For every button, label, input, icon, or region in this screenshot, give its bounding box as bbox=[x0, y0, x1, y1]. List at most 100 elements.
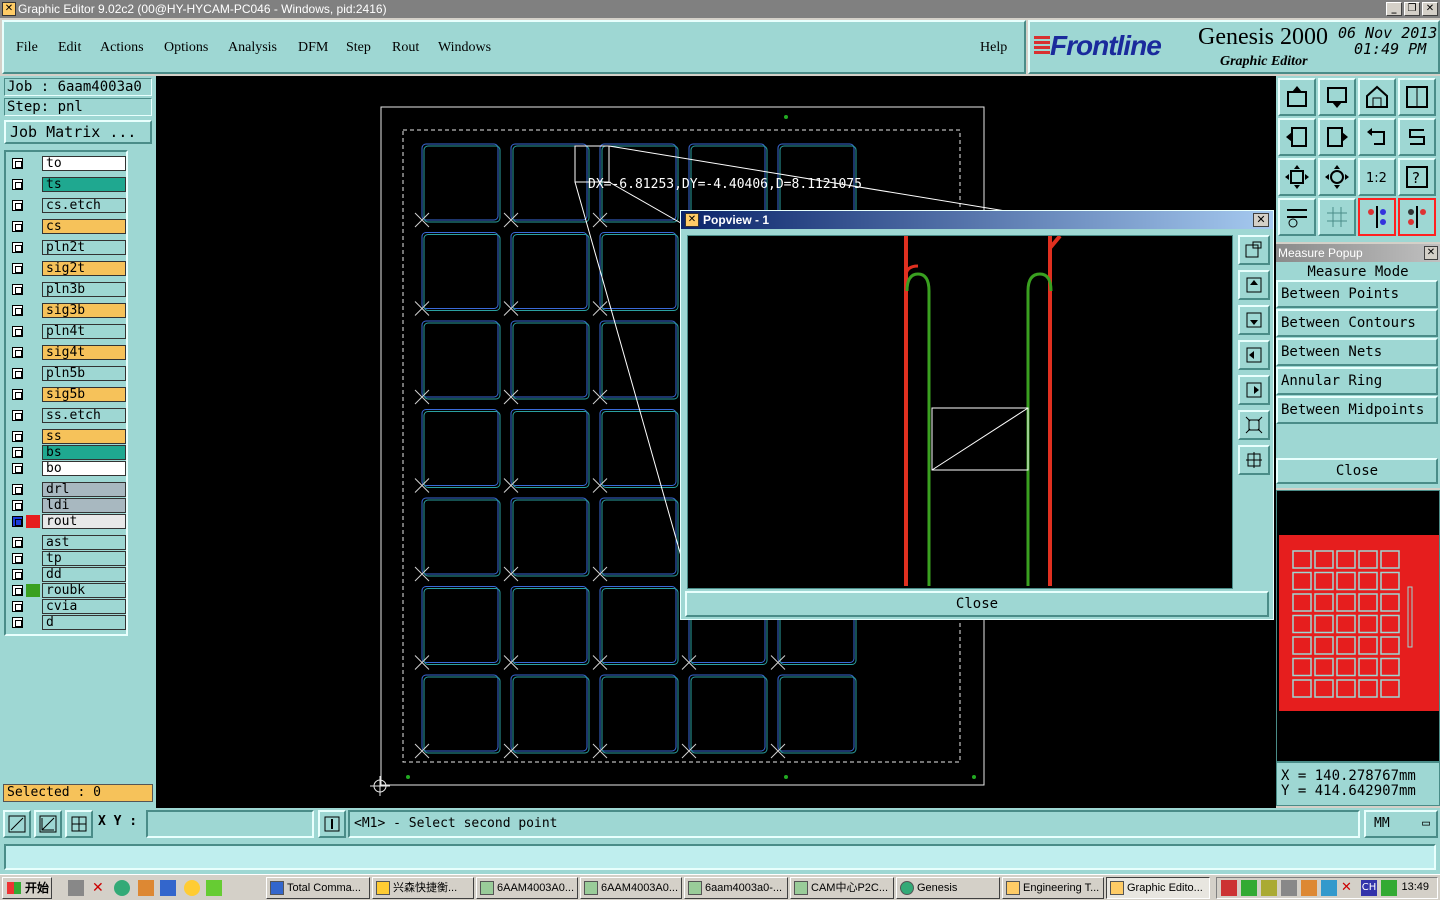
measure-popup-close-x[interactable]: ✕ bbox=[1424, 246, 1438, 260]
layer-color-swatch[interactable] bbox=[26, 499, 40, 512]
task-genesis[interactable]: Genesis bbox=[896, 877, 1000, 899]
layer-name[interactable]: ldi bbox=[42, 498, 126, 513]
layer-color-swatch[interactable] bbox=[26, 241, 40, 254]
layer-checkbox[interactable] bbox=[12, 569, 23, 580]
layer-checkbox[interactable] bbox=[12, 347, 23, 358]
settings-icon[interactable] bbox=[1278, 198, 1316, 236]
minimize-button[interactable]: _ bbox=[1386, 2, 1402, 16]
layer-color-swatch[interactable] bbox=[26, 600, 40, 613]
zoom-extents-icon[interactable] bbox=[1278, 158, 1316, 196]
popview-titlebar[interactable]: Popview - 1 bbox=[681, 211, 1273, 229]
layer-row-bo[interactable]: bo bbox=[8, 461, 126, 476]
task-graphic-editor[interactable]: Graphic Edito... bbox=[1106, 877, 1210, 899]
layer-name[interactable]: sig4t bbox=[42, 345, 126, 360]
layer-checkbox[interactable] bbox=[12, 516, 23, 527]
layer-checkbox[interactable] bbox=[12, 463, 23, 474]
layer-name[interactable]: roubk bbox=[42, 583, 126, 598]
measure-between-points[interactable]: Between Points bbox=[1276, 280, 1438, 308]
snap-line-icon[interactable] bbox=[3, 810, 31, 838]
layer-checkbox[interactable] bbox=[12, 263, 23, 274]
layer-color-swatch[interactable] bbox=[26, 584, 40, 597]
layer-color-swatch[interactable] bbox=[26, 367, 40, 380]
pan-left-icon[interactable] bbox=[1278, 118, 1316, 156]
layer-color-swatch[interactable] bbox=[26, 262, 40, 275]
layer-checkbox[interactable] bbox=[12, 242, 23, 253]
layer-checkbox[interactable] bbox=[12, 200, 23, 211]
layer-color-swatch[interactable] bbox=[26, 178, 40, 191]
layer-row-rout[interactable]: rout bbox=[8, 514, 126, 529]
measure-annular-ring[interactable]: Annular Ring bbox=[1276, 367, 1438, 395]
layer-color-swatch[interactable] bbox=[26, 388, 40, 401]
quicklaunch-disk-icon[interactable] bbox=[160, 880, 176, 896]
layer-name[interactable]: sig2t bbox=[42, 261, 126, 276]
layer-row-drl[interactable]: drl bbox=[8, 482, 126, 497]
task-6aam-2[interactable]: 6AAM4003A0... bbox=[580, 877, 682, 899]
layer-row-cs-etch[interactable]: cs.etch bbox=[8, 198, 126, 213]
popview-close-x[interactable]: ✕ bbox=[1253, 213, 1269, 227]
layer-name[interactable]: pln5b bbox=[42, 366, 126, 381]
layer-checkbox[interactable] bbox=[12, 389, 23, 400]
tray-network-icon[interactable] bbox=[1221, 880, 1237, 896]
layer-checkbox[interactable] bbox=[12, 326, 23, 337]
layer-row-pln3b[interactable]: pln3b bbox=[8, 282, 126, 297]
snap-angle-icon[interactable] bbox=[34, 810, 62, 838]
layer-row-sig2t[interactable]: sig2t bbox=[8, 261, 126, 276]
layer-checkbox[interactable] bbox=[12, 617, 23, 628]
layer-checkbox[interactable] bbox=[12, 410, 23, 421]
layer-checkbox[interactable] bbox=[12, 500, 23, 511]
popview-zoom-fit-icon[interactable] bbox=[1238, 445, 1270, 475]
popview-zoom-icon[interactable] bbox=[1238, 235, 1270, 265]
menu-dfm[interactable]: DFM bbox=[298, 40, 328, 56]
layer-row-bs[interactable]: bs bbox=[8, 445, 126, 460]
layer-color-swatch[interactable] bbox=[26, 483, 40, 496]
tray-settings-icon[interactable] bbox=[1281, 880, 1297, 896]
layer-color-swatch[interactable] bbox=[26, 325, 40, 338]
info-icon[interactable] bbox=[318, 810, 346, 838]
quicklaunch-globe-icon[interactable] bbox=[114, 880, 130, 896]
menu-rout[interactable]: Rout bbox=[392, 40, 419, 56]
pan-down-icon[interactable] bbox=[1318, 78, 1356, 116]
measure-between-midpoints[interactable]: Between Midpoints bbox=[1276, 396, 1438, 424]
layer-name[interactable]: pln3b bbox=[42, 282, 126, 297]
menu-windows[interactable]: Windows bbox=[438, 40, 491, 56]
window-close-button[interactable]: ✕ bbox=[1422, 2, 1438, 16]
measure-popup-titlebar[interactable]: Measure Popup bbox=[1276, 244, 1440, 262]
tray-browser-icon[interactable] bbox=[1301, 880, 1317, 896]
window-titlebar[interactable]: ✕ Graphic Editor 9.02c2 (00@HY-HYCAM-PC0… bbox=[0, 0, 1440, 18]
layer-checkbox[interactable] bbox=[12, 158, 23, 169]
layer-row-pln4t[interactable]: pln4t bbox=[8, 324, 126, 339]
layer-row-ss-etch[interactable]: ss.etch bbox=[8, 408, 126, 423]
layer-name[interactable]: sig5b bbox=[42, 387, 126, 402]
zoom-home-icon[interactable] bbox=[1278, 78, 1316, 116]
layer-checkbox[interactable] bbox=[12, 553, 23, 564]
layer-color-swatch[interactable] bbox=[26, 346, 40, 359]
popview-close-button[interactable]: Close bbox=[685, 591, 1269, 617]
layer-row-sig5b[interactable]: sig5b bbox=[8, 387, 126, 402]
zoom-one-to-two-icon[interactable]: 1:2 bbox=[1358, 158, 1396, 196]
layer-row-tp[interactable]: tp bbox=[8, 551, 126, 566]
layer-color-swatch[interactable] bbox=[26, 462, 40, 475]
menu-edit[interactable]: Edit bbox=[58, 40, 81, 56]
layer-row-ldi[interactable]: ldi bbox=[8, 498, 126, 513]
overview-window[interactable] bbox=[1276, 490, 1440, 762]
layer-checkbox[interactable] bbox=[12, 585, 23, 596]
layer-row-d[interactable]: d bbox=[8, 615, 126, 630]
layer-checkbox[interactable] bbox=[12, 447, 23, 458]
layer-name[interactable]: to bbox=[42, 156, 126, 171]
layer-name[interactable]: d bbox=[42, 615, 126, 630]
layer-row-dd[interactable]: dd bbox=[8, 567, 126, 582]
layer-checkbox[interactable] bbox=[12, 431, 23, 442]
layer-color-swatch[interactable] bbox=[26, 220, 40, 233]
layer-name[interactable]: ast bbox=[42, 535, 126, 550]
help-icon[interactable]: ? bbox=[1398, 158, 1436, 196]
quicklaunch-edit-icon[interactable] bbox=[68, 880, 84, 896]
layer-name[interactable]: ts bbox=[42, 177, 126, 192]
units-selector[interactable]: MM ▭ bbox=[1364, 810, 1438, 838]
layer-color-swatch[interactable] bbox=[26, 304, 40, 317]
layer-checkbox[interactable] bbox=[12, 221, 23, 232]
layer-color-swatch[interactable] bbox=[26, 446, 40, 459]
undo-zoom-icon[interactable] bbox=[1358, 118, 1396, 156]
task-6aam-3[interactable]: 6aam4003a0-... bbox=[684, 877, 788, 899]
layer-checkbox[interactable] bbox=[12, 179, 23, 190]
popview-canvas[interactable] bbox=[687, 234, 1233, 589]
